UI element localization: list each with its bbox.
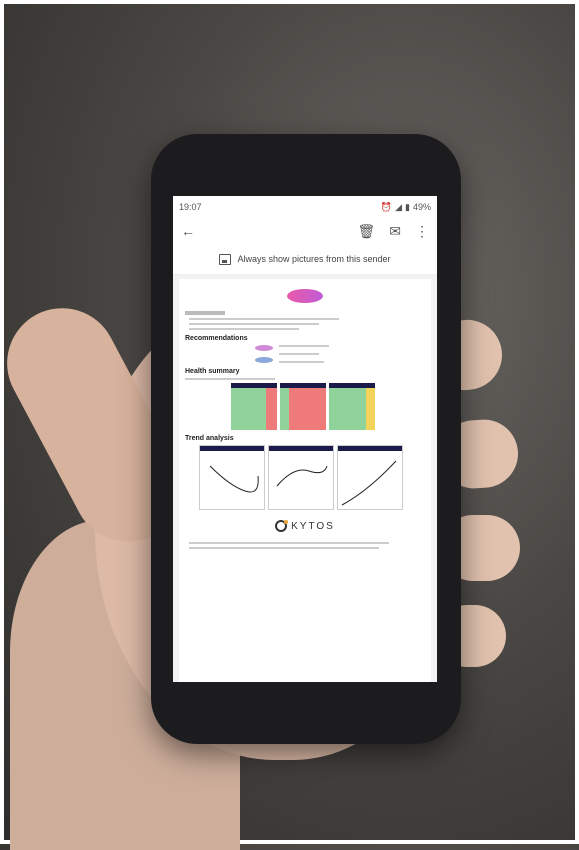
arrow-left-icon[interactable]: ← (181, 223, 195, 239)
text-line (279, 353, 319, 355)
trend-curve (276, 465, 328, 487)
kytos-icon (275, 520, 289, 532)
trend-panel (337, 445, 403, 510)
health-panels (231, 383, 425, 430)
text-line (185, 378, 275, 380)
mail-icon[interactable]: ✉ (389, 223, 401, 240)
show-pictures-banner[interactable]: Always show pictures from this sender (173, 244, 437, 275)
email-document: Recommendations Health summary Trend ana… (179, 279, 431, 682)
logo-mark (287, 289, 323, 303)
text-line (279, 345, 329, 347)
more-vert-icon[interactable]: ⋮ (415, 223, 429, 240)
email-toolbar: ← 🗑 ✉ ⋮ (173, 218, 437, 244)
text-line (189, 328, 299, 330)
product-image (255, 345, 273, 351)
alarm-icon: ⏰ (380, 201, 393, 212)
panel-body (200, 451, 264, 509)
trend-curve (209, 465, 259, 493)
greeting-line (185, 311, 225, 315)
battery-icon: ▮ (405, 201, 410, 212)
green-zone (329, 388, 366, 430)
green-zone (280, 388, 290, 430)
status-bar: 19:07 ⏰ ◢ ▮ 49% (173, 196, 437, 218)
sender-logo (185, 283, 425, 309)
panel-body (231, 388, 277, 430)
panel-body (280, 388, 326, 430)
green-zone (231, 388, 266, 430)
recommendations-table (255, 345, 425, 363)
yellow-zone (365, 388, 375, 430)
trash-icon[interactable]: 🗑 (357, 223, 375, 240)
email-body: Recommendations Health summary Trend ana… (173, 275, 437, 682)
image-icon (219, 253, 232, 265)
trend-panel (268, 445, 334, 510)
text-line (279, 361, 324, 363)
trend-panel (199, 445, 265, 510)
kytos-logo: KYTOS (185, 520, 425, 532)
panel-body (338, 451, 402, 509)
show-pictures-text: Always show pictures from this sender (237, 254, 391, 264)
footer-line (189, 547, 379, 549)
health-panel (280, 383, 326, 430)
panel-body (269, 451, 333, 509)
health-panel (329, 383, 375, 430)
status-time: 19:07 (179, 202, 202, 212)
battery-level: 49% (412, 202, 431, 212)
phone-screen: 19:07 ⏰ ◢ ▮ 49% ← 🗑 ✉ ⋮ Always show pict… (173, 196, 437, 682)
kytos-wordmark: KYTOS (291, 520, 335, 532)
trend-analysis-heading: Trend analysis (185, 435, 234, 442)
trend-panels (199, 445, 425, 510)
status-icons: ⏰ ◢ ▮ 49% (381, 202, 431, 213)
footer-line (189, 542, 389, 544)
rec-details (279, 345, 329, 363)
panel-body (329, 388, 375, 430)
red-zone (265, 388, 277, 430)
text-line (189, 318, 339, 320)
signal-icon: ◢ (395, 201, 403, 212)
health-summary-heading: Health summary (185, 368, 240, 375)
health-panel (231, 383, 277, 430)
text-line (189, 323, 319, 325)
product-image (255, 357, 273, 363)
red-zone (289, 388, 326, 430)
trend-curve (341, 460, 397, 506)
rec-products (255, 345, 273, 363)
recommendations-heading: Recommendations (185, 335, 248, 342)
